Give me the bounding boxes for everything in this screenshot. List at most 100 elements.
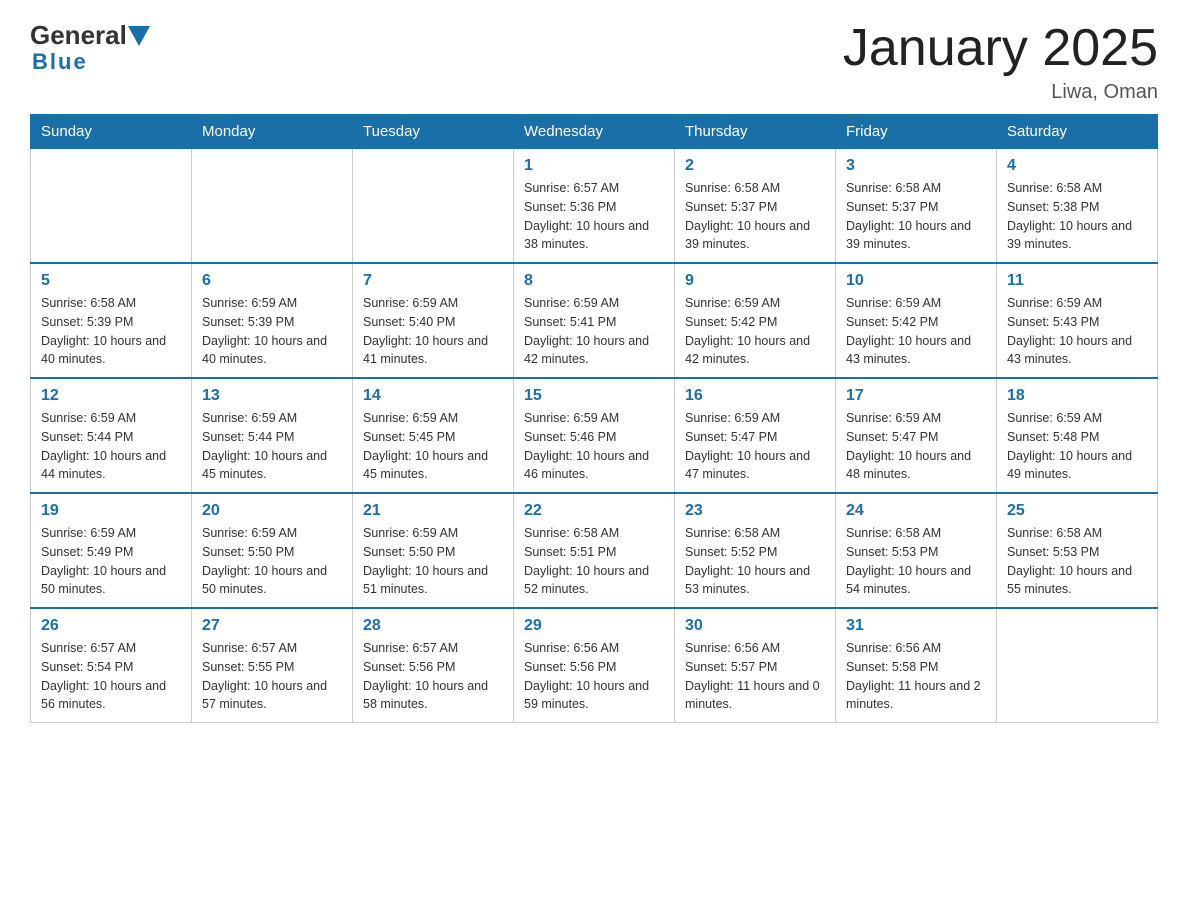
daylight-label: Daylight: 10 hours and 42 minutes.	[524, 334, 649, 367]
sunrise-label: Sunrise: 6:58 AM	[41, 296, 136, 310]
daylight-label: Daylight: 10 hours and 39 minutes.	[685, 219, 810, 252]
month-title: January 2025	[843, 20, 1158, 77]
sunrise-label: Sunrise: 6:59 AM	[202, 526, 297, 540]
sunset-label: Sunset: 5:42 PM	[846, 315, 938, 329]
day-info: Sunrise: 6:57 AM Sunset: 5:36 PM Dayligh…	[524, 179, 664, 254]
day-info: Sunrise: 6:59 AM Sunset: 5:39 PM Dayligh…	[202, 294, 342, 369]
day-number: 17	[846, 387, 986, 405]
calendar-cell-w2-d1: 5 Sunrise: 6:58 AM Sunset: 5:39 PM Dayli…	[31, 263, 192, 378]
sunrise-label: Sunrise: 6:59 AM	[1007, 411, 1102, 425]
sunset-label: Sunset: 5:41 PM	[524, 315, 616, 329]
day-info: Sunrise: 6:59 AM Sunset: 5:42 PM Dayligh…	[846, 294, 986, 369]
sunrise-label: Sunrise: 6:57 AM	[524, 181, 619, 195]
calendar-cell-w3-d6: 17 Sunrise: 6:59 AM Sunset: 5:47 PM Dayl…	[836, 378, 997, 493]
daylight-label: Daylight: 10 hours and 41 minutes.	[363, 334, 488, 367]
day-number: 18	[1007, 387, 1147, 405]
sunrise-label: Sunrise: 6:59 AM	[846, 411, 941, 425]
sunset-label: Sunset: 5:39 PM	[202, 315, 294, 329]
daylight-label: Daylight: 10 hours and 42 minutes.	[685, 334, 810, 367]
day-info: Sunrise: 6:59 AM Sunset: 5:50 PM Dayligh…	[363, 524, 503, 599]
day-info: Sunrise: 6:57 AM Sunset: 5:55 PM Dayligh…	[202, 639, 342, 714]
day-info: Sunrise: 6:58 AM Sunset: 5:52 PM Dayligh…	[685, 524, 825, 599]
daylight-label: Daylight: 10 hours and 44 minutes.	[41, 449, 166, 482]
logo-arrow-icon	[128, 26, 150, 46]
sunrise-label: Sunrise: 6:58 AM	[846, 181, 941, 195]
calendar-cell-w3-d3: 14 Sunrise: 6:59 AM Sunset: 5:45 PM Dayl…	[353, 378, 514, 493]
col-saturday: Saturday	[997, 115, 1158, 149]
page-header: General Blue January 2025 Liwa, Oman	[30, 20, 1158, 104]
sunset-label: Sunset: 5:36 PM	[524, 200, 616, 214]
sunrise-label: Sunrise: 6:58 AM	[846, 526, 941, 540]
sunrise-label: Sunrise: 6:59 AM	[202, 296, 297, 310]
day-info: Sunrise: 6:59 AM Sunset: 5:50 PM Dayligh…	[202, 524, 342, 599]
title-area: January 2025 Liwa, Oman	[843, 20, 1158, 104]
sunset-label: Sunset: 5:56 PM	[363, 660, 455, 674]
day-number: 11	[1007, 272, 1147, 290]
sunrise-label: Sunrise: 6:58 AM	[1007, 181, 1102, 195]
sunrise-label: Sunrise: 6:58 AM	[685, 181, 780, 195]
day-info: Sunrise: 6:59 AM Sunset: 5:40 PM Dayligh…	[363, 294, 503, 369]
day-info: Sunrise: 6:58 AM Sunset: 5:37 PM Dayligh…	[685, 179, 825, 254]
sunrise-label: Sunrise: 6:59 AM	[363, 411, 458, 425]
sunset-label: Sunset: 5:42 PM	[685, 315, 777, 329]
sunset-label: Sunset: 5:37 PM	[846, 200, 938, 214]
day-info: Sunrise: 6:58 AM Sunset: 5:39 PM Dayligh…	[41, 294, 181, 369]
calendar-cell-w3-d5: 16 Sunrise: 6:59 AM Sunset: 5:47 PM Dayl…	[675, 378, 836, 493]
calendar-cell-w1-d1	[31, 149, 192, 264]
daylight-label: Daylight: 11 hours and 0 minutes.	[685, 679, 820, 712]
sunset-label: Sunset: 5:58 PM	[846, 660, 938, 674]
logo-blue-row: Blue	[32, 49, 88, 75]
day-number: 27	[202, 617, 342, 635]
daylight-label: Daylight: 10 hours and 58 minutes.	[363, 679, 488, 712]
calendar-cell-w3-d7: 18 Sunrise: 6:59 AM Sunset: 5:48 PM Dayl…	[997, 378, 1158, 493]
calendar-cell-w5-d5: 30 Sunrise: 6:56 AM Sunset: 5:57 PM Dayl…	[675, 608, 836, 723]
daylight-label: Daylight: 10 hours and 43 minutes.	[846, 334, 971, 367]
day-number: 4	[1007, 157, 1147, 175]
daylight-label: Daylight: 10 hours and 43 minutes.	[1007, 334, 1132, 367]
day-info: Sunrise: 6:58 AM Sunset: 5:53 PM Dayligh…	[846, 524, 986, 599]
sunset-label: Sunset: 5:44 PM	[202, 430, 294, 444]
sunset-label: Sunset: 5:45 PM	[363, 430, 455, 444]
sunset-label: Sunset: 5:53 PM	[846, 545, 938, 559]
daylight-label: Daylight: 10 hours and 38 minutes.	[524, 219, 649, 252]
day-info: Sunrise: 6:59 AM Sunset: 5:45 PM Dayligh…	[363, 409, 503, 484]
sunset-label: Sunset: 5:38 PM	[1007, 200, 1099, 214]
calendar-cell-w4-d7: 25 Sunrise: 6:58 AM Sunset: 5:53 PM Dayl…	[997, 493, 1158, 608]
day-info: Sunrise: 6:59 AM Sunset: 5:48 PM Dayligh…	[1007, 409, 1147, 484]
week-row-3: 12 Sunrise: 6:59 AM Sunset: 5:44 PM Dayl…	[31, 378, 1158, 493]
sunset-label: Sunset: 5:39 PM	[41, 315, 133, 329]
logo-blue-label: Blue	[32, 49, 88, 74]
sunset-label: Sunset: 5:50 PM	[202, 545, 294, 559]
day-number: 22	[524, 502, 664, 520]
calendar-cell-w1-d7: 4 Sunrise: 6:58 AM Sunset: 5:38 PM Dayli…	[997, 149, 1158, 264]
day-number: 1	[524, 157, 664, 175]
calendar-cell-w4-d6: 24 Sunrise: 6:58 AM Sunset: 5:53 PM Dayl…	[836, 493, 997, 608]
week-row-5: 26 Sunrise: 6:57 AM Sunset: 5:54 PM Dayl…	[31, 608, 1158, 723]
sunrise-label: Sunrise: 6:59 AM	[846, 296, 941, 310]
daylight-label: Daylight: 10 hours and 59 minutes.	[524, 679, 649, 712]
calendar-cell-w4-d1: 19 Sunrise: 6:59 AM Sunset: 5:49 PM Dayl…	[31, 493, 192, 608]
daylight-label: Daylight: 10 hours and 40 minutes.	[41, 334, 166, 367]
sunset-label: Sunset: 5:56 PM	[524, 660, 616, 674]
sunset-label: Sunset: 5:55 PM	[202, 660, 294, 674]
calendar-cell-w5-d2: 27 Sunrise: 6:57 AM Sunset: 5:55 PM Dayl…	[192, 608, 353, 723]
daylight-label: Daylight: 10 hours and 50 minutes.	[41, 564, 166, 597]
col-wednesday: Wednesday	[514, 115, 675, 149]
sunrise-label: Sunrise: 6:56 AM	[846, 641, 941, 655]
calendar-cell-w3-d4: 15 Sunrise: 6:59 AM Sunset: 5:46 PM Dayl…	[514, 378, 675, 493]
sunrise-label: Sunrise: 6:56 AM	[685, 641, 780, 655]
sunrise-label: Sunrise: 6:59 AM	[685, 411, 780, 425]
calendar-cell-w1-d4: 1 Sunrise: 6:57 AM Sunset: 5:36 PM Dayli…	[514, 149, 675, 264]
day-number: 15	[524, 387, 664, 405]
calendar-cell-w2-d2: 6 Sunrise: 6:59 AM Sunset: 5:39 PM Dayli…	[192, 263, 353, 378]
day-number: 24	[846, 502, 986, 520]
day-number: 6	[202, 272, 342, 290]
col-friday: Friday	[836, 115, 997, 149]
day-number: 29	[524, 617, 664, 635]
sunrise-label: Sunrise: 6:58 AM	[1007, 526, 1102, 540]
sunset-label: Sunset: 5:57 PM	[685, 660, 777, 674]
day-number: 10	[846, 272, 986, 290]
sunset-label: Sunset: 5:49 PM	[41, 545, 133, 559]
calendar-cell-w5-d6: 31 Sunrise: 6:56 AM Sunset: 5:58 PM Dayl…	[836, 608, 997, 723]
calendar-cell-w2-d3: 7 Sunrise: 6:59 AM Sunset: 5:40 PM Dayli…	[353, 263, 514, 378]
